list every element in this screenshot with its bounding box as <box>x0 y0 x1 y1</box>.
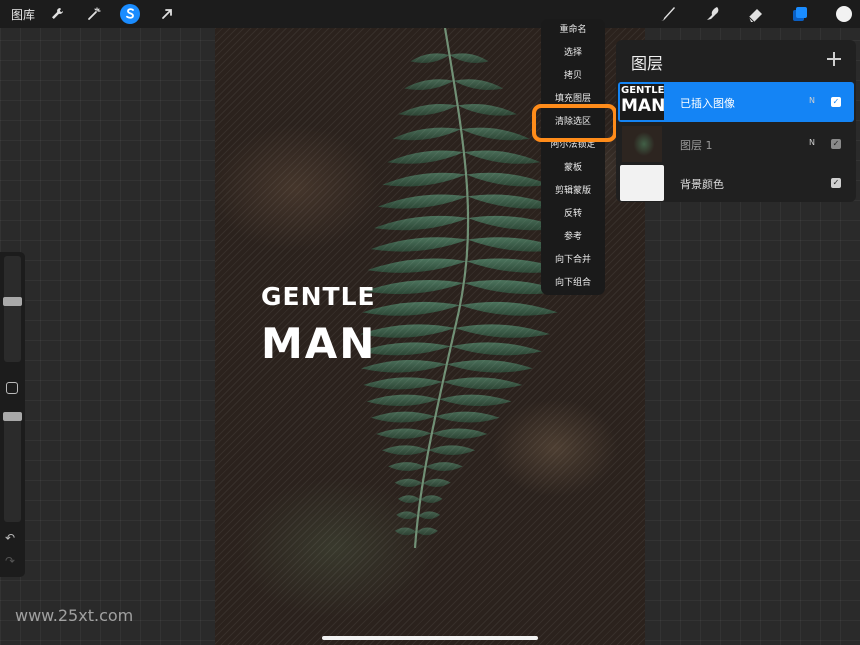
menu-item-combine-down[interactable]: 向下组合 <box>541 272 605 295</box>
color-swatch-icon[interactable] <box>834 4 854 24</box>
watermark: www.25xt.com <box>15 606 134 625</box>
transform-arrow-icon[interactable] <box>157 4 177 24</box>
wrench-icon[interactable] <box>47 4 67 24</box>
layer-row-layer-1[interactable]: 图层 1 N ✓ <box>618 124 854 164</box>
menu-item-invert[interactable]: 反转 <box>541 203 605 226</box>
magic-wand-icon[interactable] <box>84 4 104 24</box>
opacity-slider[interactable] <box>3 412 22 522</box>
selection-icon[interactable] <box>120 4 140 24</box>
visibility-checkbox[interactable]: ✓ <box>831 97 841 107</box>
layer-options-menu: 重命名 选择 拷贝 填充图层 清除选区 阿尔法锁定 蒙板 剪辑蒙版 反转 参考 … <box>541 19 605 295</box>
menu-item-mask[interactable]: 蒙板 <box>541 157 605 180</box>
redo-icon[interactable]: ↷ <box>5 554 15 568</box>
layer-row-inserted-image[interactable]: GENTLE MAN 已插入图像 N ✓ <box>618 82 854 122</box>
gallery-button[interactable]: 图库 <box>11 6 35 23</box>
layer-thumbnail: GENTLE MAN <box>620 84 664 120</box>
layer-thumbnail <box>620 165 664 201</box>
layers-panel-title: 图层 <box>631 54 664 73</box>
thumbnail-text-line-1: GENTLE <box>621 85 664 96</box>
brush-size-slider[interactable] <box>3 256 22 362</box>
visibility-checkbox[interactable]: ✓ <box>831 139 841 149</box>
thumbnail-text-line-2: MAN <box>621 96 664 116</box>
layers-icon[interactable] <box>790 4 810 24</box>
modify-button[interactable] <box>6 382 18 394</box>
layer-row-background-color[interactable]: 背景颜色 ✓ <box>618 163 854 203</box>
brush-size-slider-thumb[interactable] <box>3 296 22 306</box>
brush-icon[interactable] <box>658 4 678 24</box>
layer-name: 图层 1 <box>680 139 713 152</box>
blend-mode-button[interactable]: N <box>809 96 815 105</box>
menu-highlight-ring <box>532 104 617 142</box>
menu-item-select[interactable]: 选择 <box>541 42 605 65</box>
left-sidebar: ↶ ↷ <box>0 252 25 577</box>
smudge-icon[interactable] <box>703 4 723 24</box>
opacity-slider-thumb[interactable] <box>3 412 22 421</box>
artwork-text-line-2: MAN <box>261 319 377 368</box>
check-icon: ✓ <box>832 178 840 187</box>
undo-icon[interactable]: ↶ <box>5 531 15 545</box>
layers-panel: 图层 GENTLE MAN 已插入图像 N ✓ 图层 1 N ✓ 背景颜色 ✓ <box>616 40 856 202</box>
artwork-text-line-1: GENTLE <box>261 282 376 311</box>
top-toolbar: 图库 <box>0 0 860 28</box>
layer-thumbnail <box>622 126 662 162</box>
menu-item-clipping-mask[interactable]: 剪辑蒙版 <box>541 180 605 203</box>
plus-icon[interactable] <box>827 52 841 66</box>
blend-mode-button[interactable]: N <box>809 138 815 147</box>
visibility-checkbox[interactable]: ✓ <box>831 178 841 188</box>
check-icon: ✓ <box>832 97 840 106</box>
layer-name: 背景颜色 <box>680 178 724 191</box>
eraser-icon[interactable] <box>746 4 766 24</box>
check-icon: ✓ <box>832 139 840 148</box>
home-indicator <box>322 636 538 640</box>
menu-item-reference[interactable]: 参考 <box>541 226 605 249</box>
menu-item-copy[interactable]: 拷贝 <box>541 65 605 88</box>
menu-item-merge-down[interactable]: 向下合并 <box>541 249 605 272</box>
layer-name: 已插入图像 <box>680 97 735 110</box>
menu-item-rename[interactable]: 重命名 <box>541 19 605 42</box>
